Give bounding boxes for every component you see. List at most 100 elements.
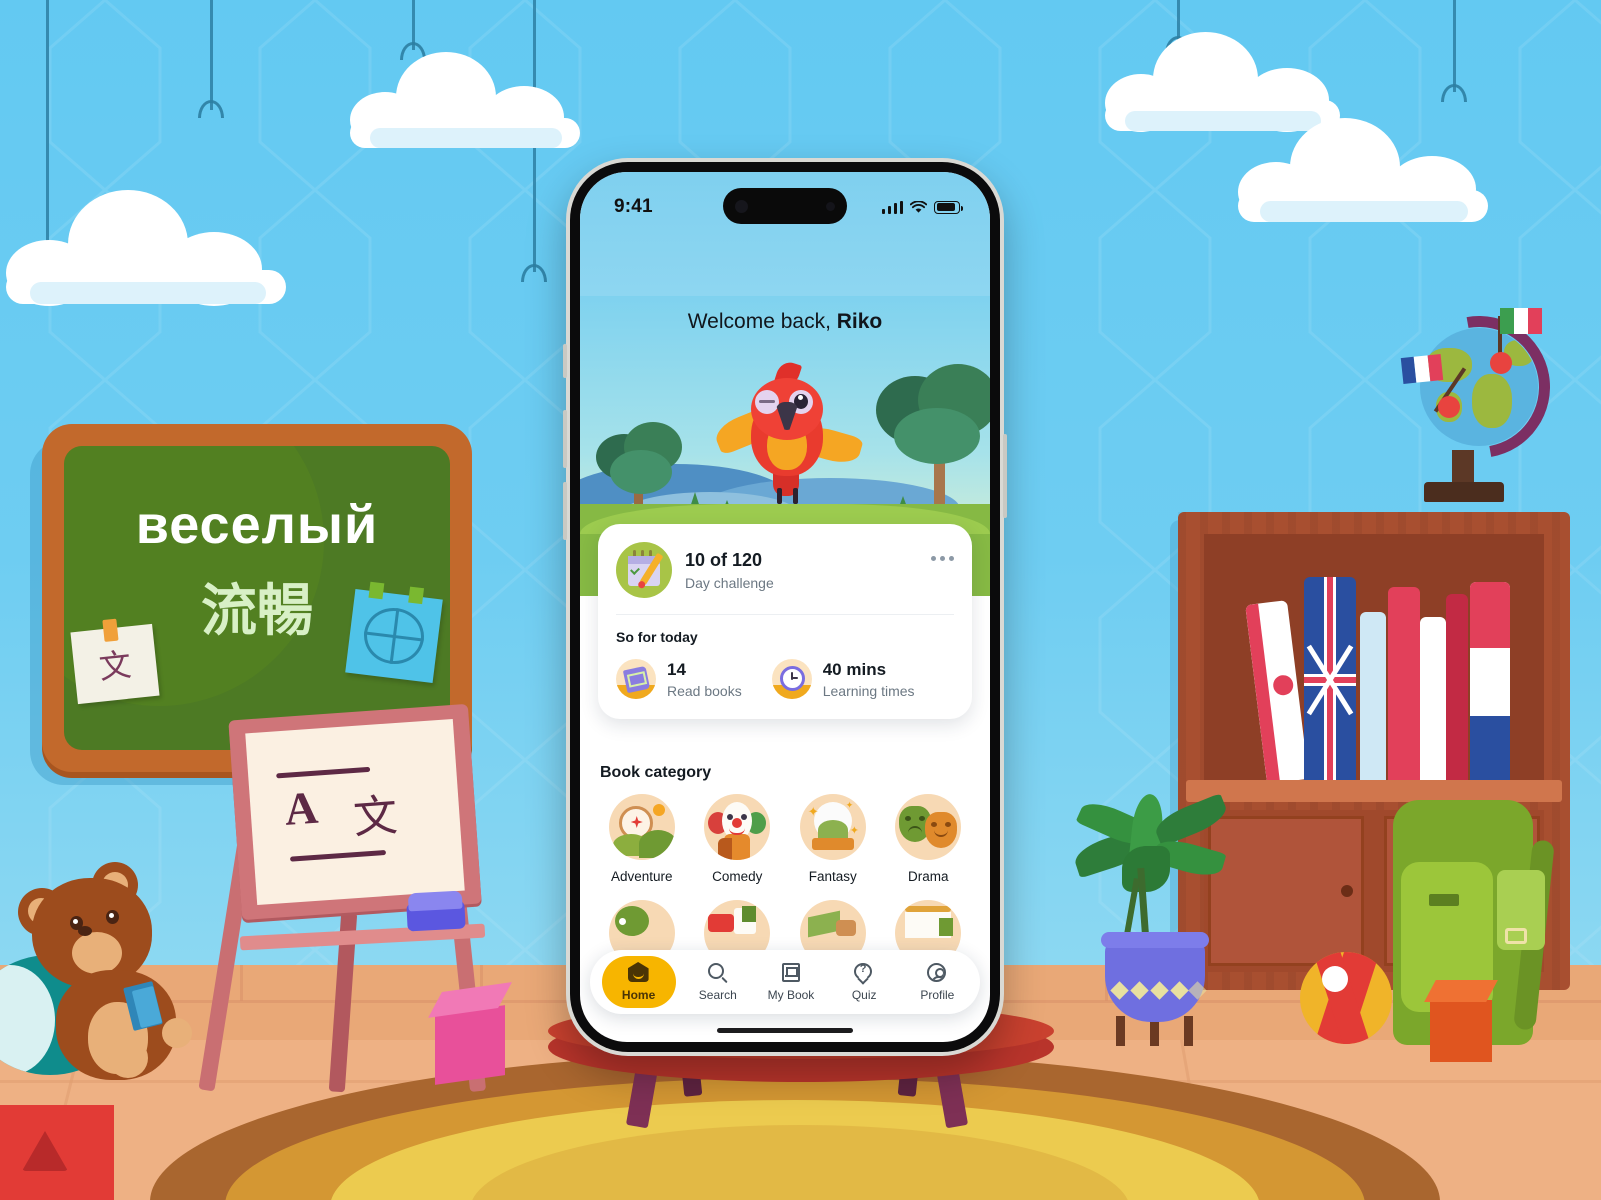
read-books-label: Read books (667, 682, 742, 699)
plant-pot (1101, 932, 1209, 1022)
sketch-letter: A (282, 781, 320, 835)
nav-item-quiz[interactable]: Quiz (833, 956, 895, 1008)
power-button[interactable] (1003, 434, 1007, 518)
search-icon (707, 962, 729, 984)
nav-item-home[interactable]: Home (601, 956, 676, 1008)
calendar-pencil-icon (616, 542, 672, 598)
day-challenge-card[interactable]: 10 of 120 Day challenge So for today 14 … (598, 524, 972, 719)
book-spine-japan (1245, 600, 1309, 784)
today-stats: 14 Read books 40 mins Learning times (616, 659, 954, 699)
note-glyph: 文 (97, 646, 134, 686)
status-time: 9:41 (614, 196, 653, 217)
learning-times-value: 40 mins (822, 659, 887, 679)
challenge-card-header: 10 of 120 Day challenge (616, 542, 954, 598)
volume-up-button[interactable] (563, 410, 567, 468)
globe-base (1424, 482, 1504, 502)
book-category-title: Book category (600, 764, 712, 781)
silent-switch[interactable] (563, 344, 567, 378)
stat-read-books: 14 Read books (616, 659, 742, 699)
nav-item-search[interactable]: Search (687, 956, 749, 1008)
book-spine-red (1388, 587, 1420, 782)
user-name: Riko (836, 310, 883, 333)
nav-label: Quiz (851, 988, 877, 1002)
pink-toy-block (428, 982, 512, 1085)
cloud (6, 190, 286, 306)
shelf-board (1186, 780, 1562, 802)
category-item-fantasy[interactable]: ✦ ✦ ✦ Fantasy (785, 794, 881, 884)
book-spine-netherlands (1470, 582, 1510, 782)
wifi-icon (910, 200, 927, 213)
parrot-mascot (711, 354, 864, 522)
globe-stem (1452, 450, 1474, 486)
cabinet-door-left[interactable] (1208, 816, 1365, 966)
globe-pin (1490, 352, 1512, 374)
parrot-foot (793, 488, 798, 504)
shelf-cavity (1204, 534, 1544, 784)
globe-sphere (1420, 328, 1538, 446)
nav-item-profile[interactable]: Profile (906, 956, 968, 1008)
category-item-drama[interactable]: Drama (881, 794, 977, 884)
phone-mockup: 9:41 2 (563, 158, 1007, 1056)
today-label: So for today (616, 629, 698, 645)
paper-note: 文 (70, 618, 160, 705)
nav-label: Profile (920, 988, 955, 1002)
sensor-icon (826, 201, 835, 211)
easel-sketch: A 文 (245, 719, 464, 905)
category-item-adventure[interactable]: Adventure (594, 794, 690, 884)
sticky-note (345, 581, 443, 684)
compass-mountain-icon (608, 794, 675, 860)
challenge-count: 10 of 120 (685, 549, 763, 570)
more-options-icon[interactable] (931, 556, 954, 561)
read-books-value: 14 (667, 659, 686, 679)
book-spine-uk (1304, 577, 1356, 782)
category-label: Adventure (610, 869, 673, 884)
nav-item-my-book[interactable]: My Book (760, 956, 822, 1008)
battery-icon (934, 200, 963, 214)
welcome-message: Welcome back, Riko (580, 310, 990, 334)
book-spine-crimson (1446, 594, 1468, 782)
camera-lens-icon (735, 199, 748, 213)
nav-label: Search (698, 988, 737, 1002)
stat-learning-times: 40 mins Learning times (771, 659, 915, 699)
beach-ball (1300, 952, 1392, 1044)
teddy-bear (10, 840, 240, 1090)
category-label: Drama (907, 869, 949, 884)
volume-down-button[interactable] (563, 482, 567, 540)
easel-paper: A 文 (245, 718, 465, 906)
home-indicator[interactable] (717, 1028, 853, 1033)
welcome-prefix: Welcome back, (687, 310, 837, 333)
home-icon (627, 962, 650, 984)
cloud (1105, 32, 1340, 132)
parrot-eye-left (755, 390, 779, 414)
hanging-string (1453, 0, 1456, 92)
dynamic-island (723, 188, 847, 224)
category-label: Comedy (712, 869, 763, 884)
potted-plant (1070, 790, 1231, 1046)
book-spine-light (1360, 612, 1386, 782)
status-indicators (881, 200, 963, 214)
parrot-foot (777, 488, 782, 504)
blackboard-surface: веселый 流暢 文 (64, 446, 450, 750)
sketch-glyph: 文 (351, 791, 400, 844)
italy-flag-icon (1500, 308, 1542, 334)
eraser (406, 900, 466, 932)
sticky-tab (408, 586, 425, 605)
cabinet-knob[interactable] (1341, 885, 1354, 897)
easel-board: A 文 (228, 703, 482, 921)
book-icon (616, 659, 656, 699)
hanging-string (210, 0, 213, 110)
globe-icon (360, 604, 428, 668)
globe-pin (1438, 396, 1460, 418)
book-spine-white (1420, 617, 1446, 782)
france-flag-icon (1400, 353, 1444, 385)
clown-icon (704, 794, 771, 860)
challenge-subtitle: Day challenge (685, 574, 774, 591)
orange-toy-block (1424, 980, 1498, 1062)
nav-label: Home (621, 988, 656, 1002)
globe (1380, 288, 1578, 520)
nav-label: My Book (767, 988, 815, 1002)
cellular-bars-icon (881, 200, 903, 214)
clock-icon (771, 659, 812, 699)
question-bubble-icon (853, 962, 875, 984)
category-item-comedy[interactable]: Comedy (690, 794, 786, 884)
